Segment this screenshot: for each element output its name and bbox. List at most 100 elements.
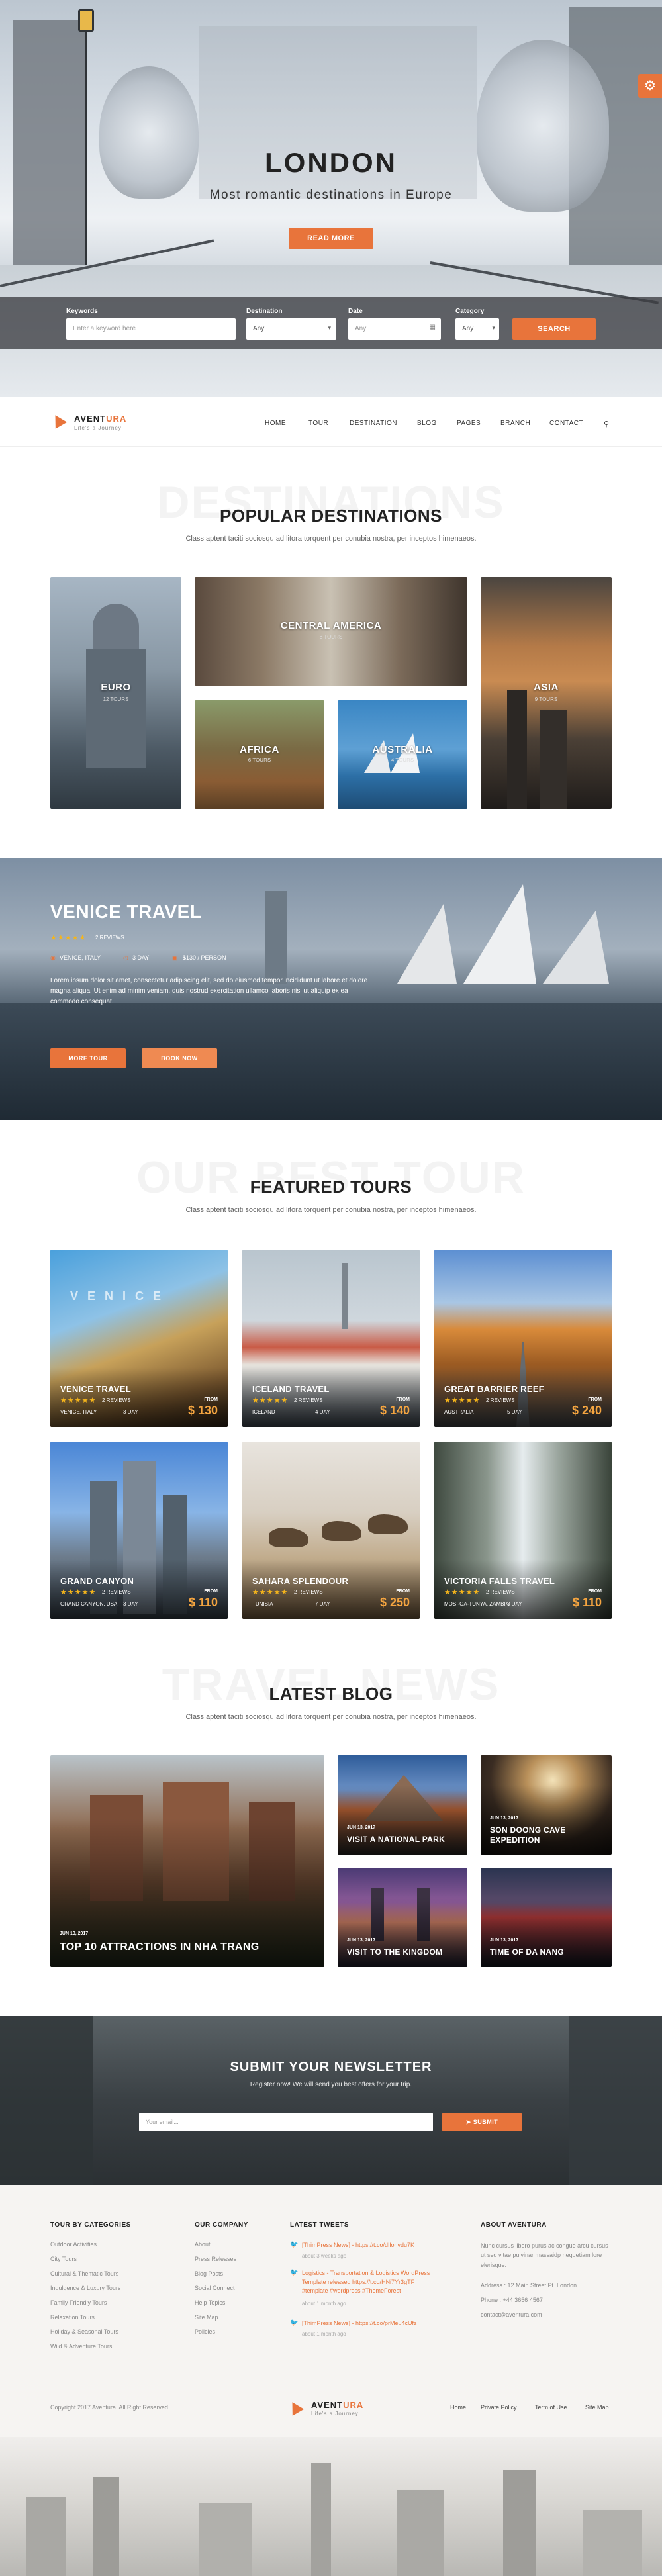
footer-link[interactable]: Policies — [195, 2328, 215, 2335]
rating-stars: ★★★★★ — [252, 1397, 289, 1404]
opera-shell-shape — [463, 884, 536, 984]
tower-shape — [265, 891, 287, 984]
nav-home[interactable]: HOME — [265, 420, 286, 427]
newsletter-submit-button[interactable]: ➤ SUBMIT — [442, 2113, 522, 2131]
blog-card-national-park[interactable]: JUN 13, 2017 VISIT A NATIONAL PARK — [338, 1755, 467, 1855]
footer-brand-logo[interactable]: AVENTURA — [311, 2400, 363, 2410]
footer-link[interactable]: Outdoor Activities — [50, 2241, 97, 2248]
destination-name: CENTRAL AMERICA — [280, 620, 382, 631]
tour-days: 5 DAY — [507, 1409, 522, 1415]
more-tour-button[interactable]: MORE TOUR — [50, 1048, 126, 1068]
destination-name: AUSTRALIA — [372, 744, 433, 755]
chevron-down-icon: ▾ — [328, 324, 331, 331]
footer-bottom-link[interactable]: Home — [450, 2404, 466, 2411]
footer-bottom-link[interactable]: Site Map — [585, 2404, 609, 2411]
logo-plane-icon[interactable] — [49, 412, 68, 429]
search-bar: Keywords Enter a keyword here Destinatio… — [0, 297, 662, 349]
tour-card-iceland[interactable]: ICELAND TRAVEL ★★★★★ 2 REVIEWS ICELAND 4… — [242, 1250, 420, 1427]
tour-price: $ 130 — [187, 1404, 218, 1417]
venice-reviews: 2 REVIEWS — [95, 935, 124, 941]
tweet-time: about 1 month ago — [302, 2301, 346, 2307]
nav-destination[interactable]: DESTINATION — [350, 420, 397, 427]
footer-link[interactable]: Indulgence & Luxury Tours — [50, 2285, 120, 2291]
footer-link[interactable]: Relaxation Tours — [50, 2314, 95, 2321]
footer-link[interactable]: Blog Posts — [195, 2270, 223, 2277]
footer-link[interactable]: City Tours — [50, 2256, 77, 2262]
footer-bottom-link[interactable]: Private Policy — [481, 2404, 517, 2411]
destination-select[interactable]: Any ▾ — [246, 318, 336, 340]
rating-stars: ★★★★★ — [444, 1397, 481, 1404]
blog-post-title: TIME OF DA NANG — [490, 1947, 565, 1956]
tour-reviews: 2 REVIEWS — [294, 1589, 323, 1595]
rating-stars: ★★★★★ — [444, 1588, 481, 1596]
date-input[interactable]: Any ▦ — [348, 318, 441, 340]
footer-link[interactable]: Press Releases — [195, 2256, 236, 2262]
tour-card-sahara-splendour[interactable]: SAHARA SPLENDOUR ★★★★★ 2 REVIEWS TUNISIA… — [242, 1442, 420, 1619]
price-from-label: FROM — [396, 1589, 410, 1594]
footer-bottom-link[interactable]: Term of Use — [535, 2404, 567, 2411]
tour-location: GRAND CANYON, USA — [60, 1601, 118, 1607]
footer-link[interactable]: Help Topics — [195, 2299, 225, 2306]
blog-card-da-nang[interactable]: JUN 13, 2017 TIME OF DA NANG — [481, 1868, 612, 1967]
footer-link[interactable]: Family Friendly Tours — [50, 2299, 107, 2306]
blog-date: JUN 13, 2017 — [490, 1938, 519, 1943]
venice-duration: 3 DAY — [132, 954, 150, 961]
tour-card-grand-canyon[interactable]: GRAND CANYON ★★★★★ 2 REVIEWS GRAND CANYO… — [50, 1442, 228, 1619]
destination-card-africa[interactable]: AFRICA 6 TOURS — [195, 700, 324, 809]
hero-banner: LONDON Most romantic destinations in Eur… — [0, 0, 662, 397]
blog-card-nha-trang[interactable]: JUN 13, 2017 TOP 10 ATTRACTIONS IN NHA T… — [50, 1755, 324, 1967]
tour-price: $ 240 — [571, 1404, 602, 1417]
destination-card-australia[interactable]: AUSTRALIA 4 TOURS — [338, 700, 467, 809]
tour-price: $ 250 — [379, 1596, 410, 1609]
footer-link[interactable]: About — [195, 2241, 211, 2248]
footer-link[interactable]: Holiday & Seasonal Tours — [50, 2328, 118, 2335]
tour-days: 3 DAY — [123, 1409, 138, 1415]
nav-branch[interactable]: BRANCH — [500, 420, 530, 427]
building-shape — [503, 2470, 536, 2576]
nav-blog[interactable]: BLOG — [417, 420, 437, 427]
read-more-button[interactable]: READ MORE — [289, 228, 373, 249]
about-address: Address : 12 Main Street Pt. London — [481, 2282, 577, 2289]
destination-card-asia[interactable]: ASIA 9 TOURS — [481, 577, 612, 809]
building-shape — [26, 2497, 66, 2576]
blog-card-kingdom[interactable]: JUN 13, 2017 VISIT TO THE KINGDOM — [338, 1868, 467, 1967]
tweet-text[interactable]: [ThimPress News] - https://t.co/dIlonvdu… — [302, 2241, 434, 2250]
price-from-label: FROM — [204, 1589, 218, 1594]
tour-price: $ 110 — [188, 1596, 218, 1609]
blog-card-son-doong-cave[interactable]: JUN 13, 2017 SON DOONG CAVE EXPEDITION — [481, 1755, 612, 1855]
tweet-text[interactable]: Logistics - Transportation & Logistics W… — [302, 2269, 434, 2296]
footer-link[interactable]: Cultural & Thematic Tours — [50, 2270, 118, 2277]
footer-link[interactable]: Social Connect — [195, 2285, 235, 2291]
blog-post-title: VISIT A NATIONAL PARK — [347, 1835, 446, 1844]
destination-card-central-america[interactable]: CENTRAL AMERICA 8 TOURS — [195, 577, 467, 686]
about-email[interactable]: contact@aventura.com — [481, 2311, 542, 2318]
tour-location: VENICE, ITALY — [60, 1409, 97, 1415]
destination-card-euro[interactable]: EURO 12 TOURS — [50, 577, 181, 809]
tweet-text[interactable]: [ThimPress News] - https://t.co/prMeu4cU… — [302, 2319, 434, 2328]
settings-gear-icon[interactable]: ⚙ — [638, 74, 662, 98]
nav-contact[interactable]: CONTACT — [549, 420, 583, 427]
camel-shape — [368, 1514, 408, 1534]
newsletter-email-input[interactable]: Your email... — [139, 2113, 433, 2131]
nav-tour[interactable]: TOUR — [308, 420, 328, 427]
rating-stars: ★★★★★ — [252, 1588, 289, 1596]
copyright: Copyright 2017 Aventura. All Right Reser… — [50, 2404, 168, 2411]
blog-post-title: VISIT TO THE KINGDOM — [347, 1947, 443, 1956]
footer-company-title: OUR COMPANY — [195, 2221, 248, 2229]
tour-card-venice[interactable]: VENICE VENICE TRAVEL ★★★★★ 2 REVIEWS VEN… — [50, 1250, 228, 1427]
destination-count: 4 TOURS — [391, 757, 414, 763]
footer-link[interactable]: Wild & Adventure Tours — [50, 2343, 112, 2350]
footer-logo-plane-icon[interactable] — [286, 2399, 305, 2416]
tour-card-great-barrier-reef[interactable]: GREAT BARRIER REEF ★★★★★ 2 REVIEWS AUSTR… — [434, 1250, 612, 1427]
book-now-button[interactable]: BOOK NOW — [142, 1048, 217, 1068]
footer-link[interactable]: Site Map — [195, 2314, 218, 2321]
nav-pages[interactable]: PAGES — [457, 420, 481, 427]
brand-logo[interactable]: AVENTURA — [74, 414, 126, 424]
tour-card-victoria-falls[interactable]: VICTORIA FALLS TRAVEL ★★★★★ 2 REVIEWS MO… — [434, 1442, 612, 1619]
category-select[interactable]: Any ▾ — [455, 318, 499, 340]
footer-tweets-title: LATEST TWEETS — [290, 2221, 350, 2229]
hero-subtitle: Most romantic destinations in Europe — [209, 188, 453, 202]
search-icon[interactable]: ⚲ — [604, 420, 610, 428]
keywords-input[interactable]: Enter a keyword here — [66, 318, 236, 340]
search-button[interactable]: SEARCH — [512, 318, 596, 340]
